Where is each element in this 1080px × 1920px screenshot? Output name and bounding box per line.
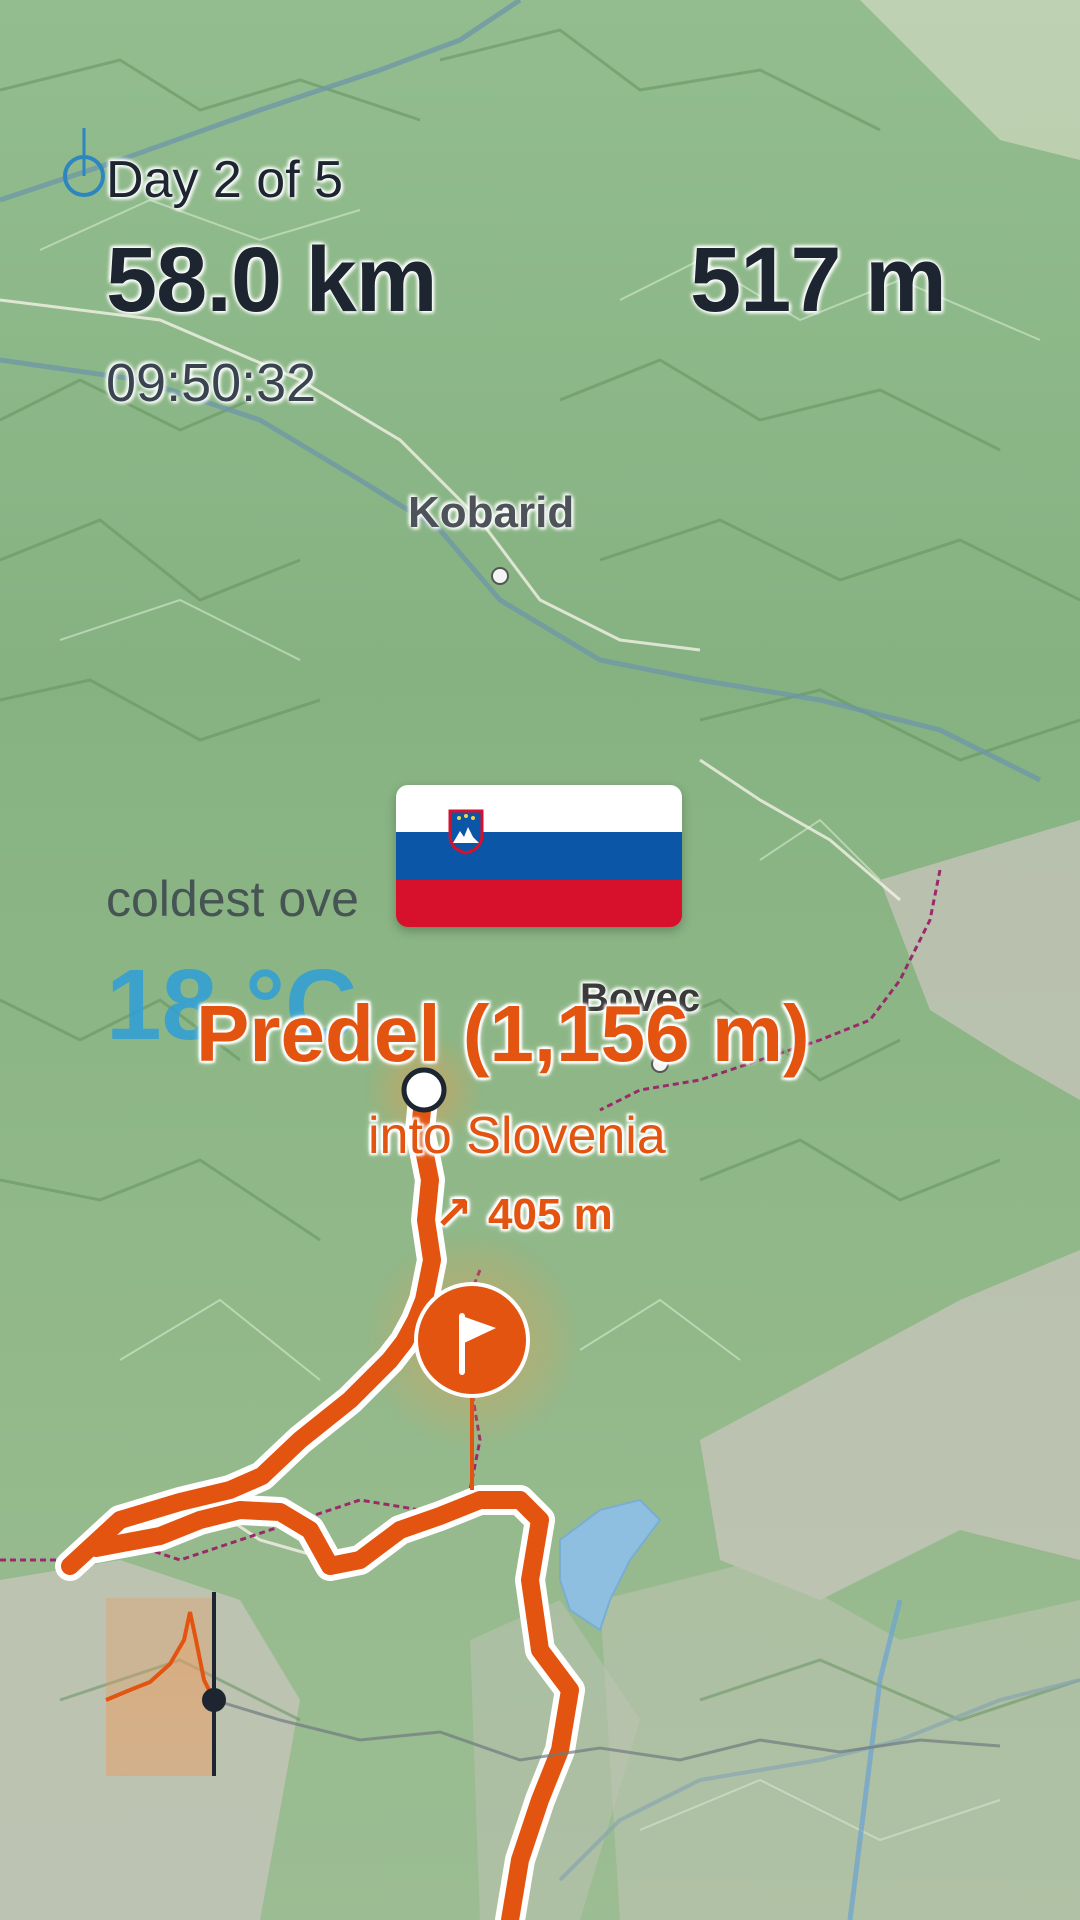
town-label-kobarid: Kobarid [408, 488, 575, 537]
elevation-gain-value: 517 m [690, 229, 947, 331]
kobarid-dot[interactable] [491, 567, 509, 585]
coldest-label: coldest ove [106, 871, 359, 927]
distance-value: 58.0 km [106, 229, 438, 331]
flag-stripe-white [396, 785, 682, 833]
climb-arrow-icon: ↗ [434, 1187, 473, 1239]
climb-label: 405 m [488, 1190, 613, 1239]
flag-stripe-red [396, 879, 682, 927]
flag-coat-of-arms-icon [448, 809, 484, 855]
profile-cursor-dot [202, 1688, 226, 1712]
pass-label: Predel (1,156 m) [196, 989, 810, 1078]
border-crossing-label: into Slovenia [368, 1107, 666, 1165]
day-label: Day 2 of 5 [106, 151, 344, 209]
slovenia-flag [396, 785, 682, 927]
flag-stripe-blue [396, 832, 682, 880]
elapsed-time: 09:50:32 [106, 353, 317, 413]
flag-marker[interactable] [414, 1282, 530, 1398]
